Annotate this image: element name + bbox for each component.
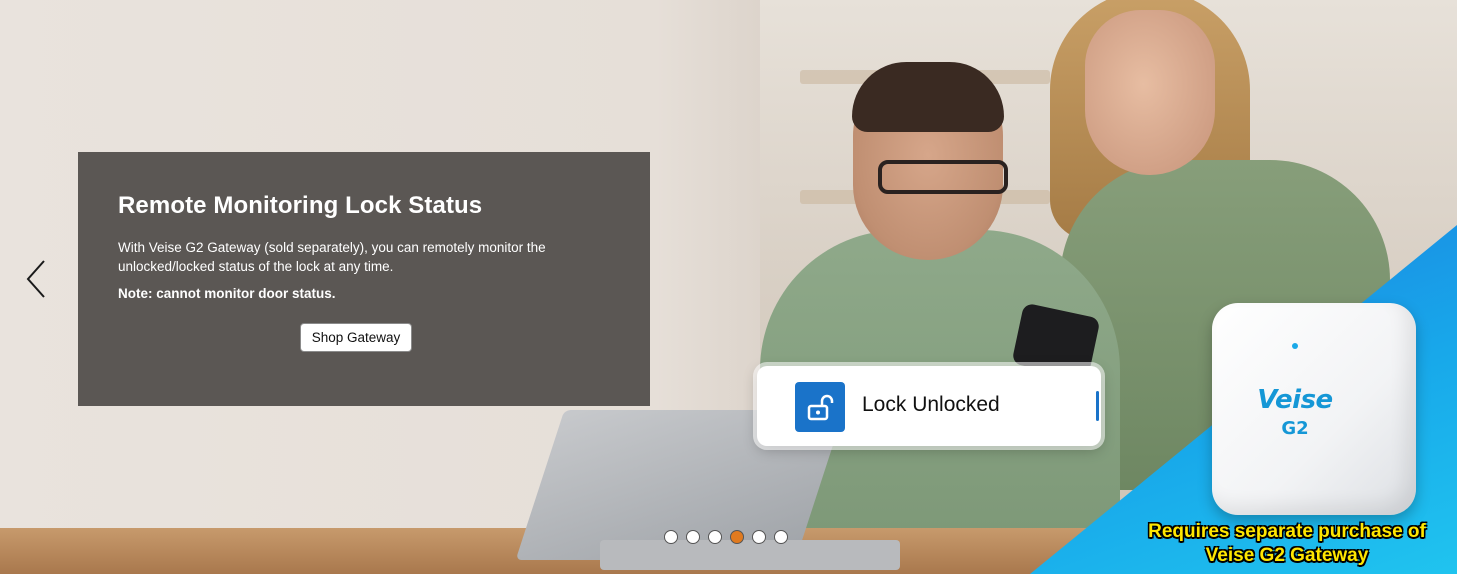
status-indicator-bar <box>1096 391 1099 421</box>
lock-status-card: Lock Unlocked <box>757 366 1101 446</box>
gateway-device-image: Veise G2 <box>1212 303 1416 515</box>
gateway-brand-label: Veise <box>1257 385 1333 415</box>
requirement-line-2: Veise G2 Gateway <box>1205 545 1369 566</box>
gateway-requirement-notice: Requires separate purchase of Veise G2 G… <box>1132 520 1442 568</box>
carousel-prev-button[interactable] <box>22 258 52 300</box>
glasses-shape <box>878 160 1008 194</box>
carousel-dot[interactable] <box>664 530 678 544</box>
carousel-dot[interactable] <box>774 530 788 544</box>
carousel-dot[interactable] <box>686 530 700 544</box>
carousel-dot-active[interactable] <box>730 530 744 544</box>
woman-face <box>1085 10 1215 175</box>
feature-title: Remote Monitoring Lock Status <box>118 192 483 219</box>
feature-info-panel: Remote Monitoring Lock Status With Veise… <box>78 152 650 406</box>
feature-note: Note: cannot monitor door status. <box>118 286 336 301</box>
carousel-dot[interactable] <box>752 530 766 544</box>
carousel-pagination <box>664 530 788 546</box>
gateway-model-label: G2 <box>1281 418 1309 439</box>
hero-carousel-slide: Remote Monitoring Lock Status With Veise… <box>0 0 1457 574</box>
man-hair-shape <box>852 62 1004 132</box>
shop-gateway-button[interactable]: Shop Gateway <box>299 323 413 352</box>
lock-status-text: Lock Unlocked <box>862 393 1000 416</box>
requirement-line-1: Requires separate purchase of <box>1148 521 1426 542</box>
chevron-left-icon <box>26 260 45 298</box>
gateway-led-indicator <box>1292 343 1298 349</box>
unlocked-padlock-icon <box>795 382 845 432</box>
carousel-dot[interactable] <box>708 530 722 544</box>
feature-description: With Veise G2 Gateway (sold separately),… <box>118 240 546 274</box>
